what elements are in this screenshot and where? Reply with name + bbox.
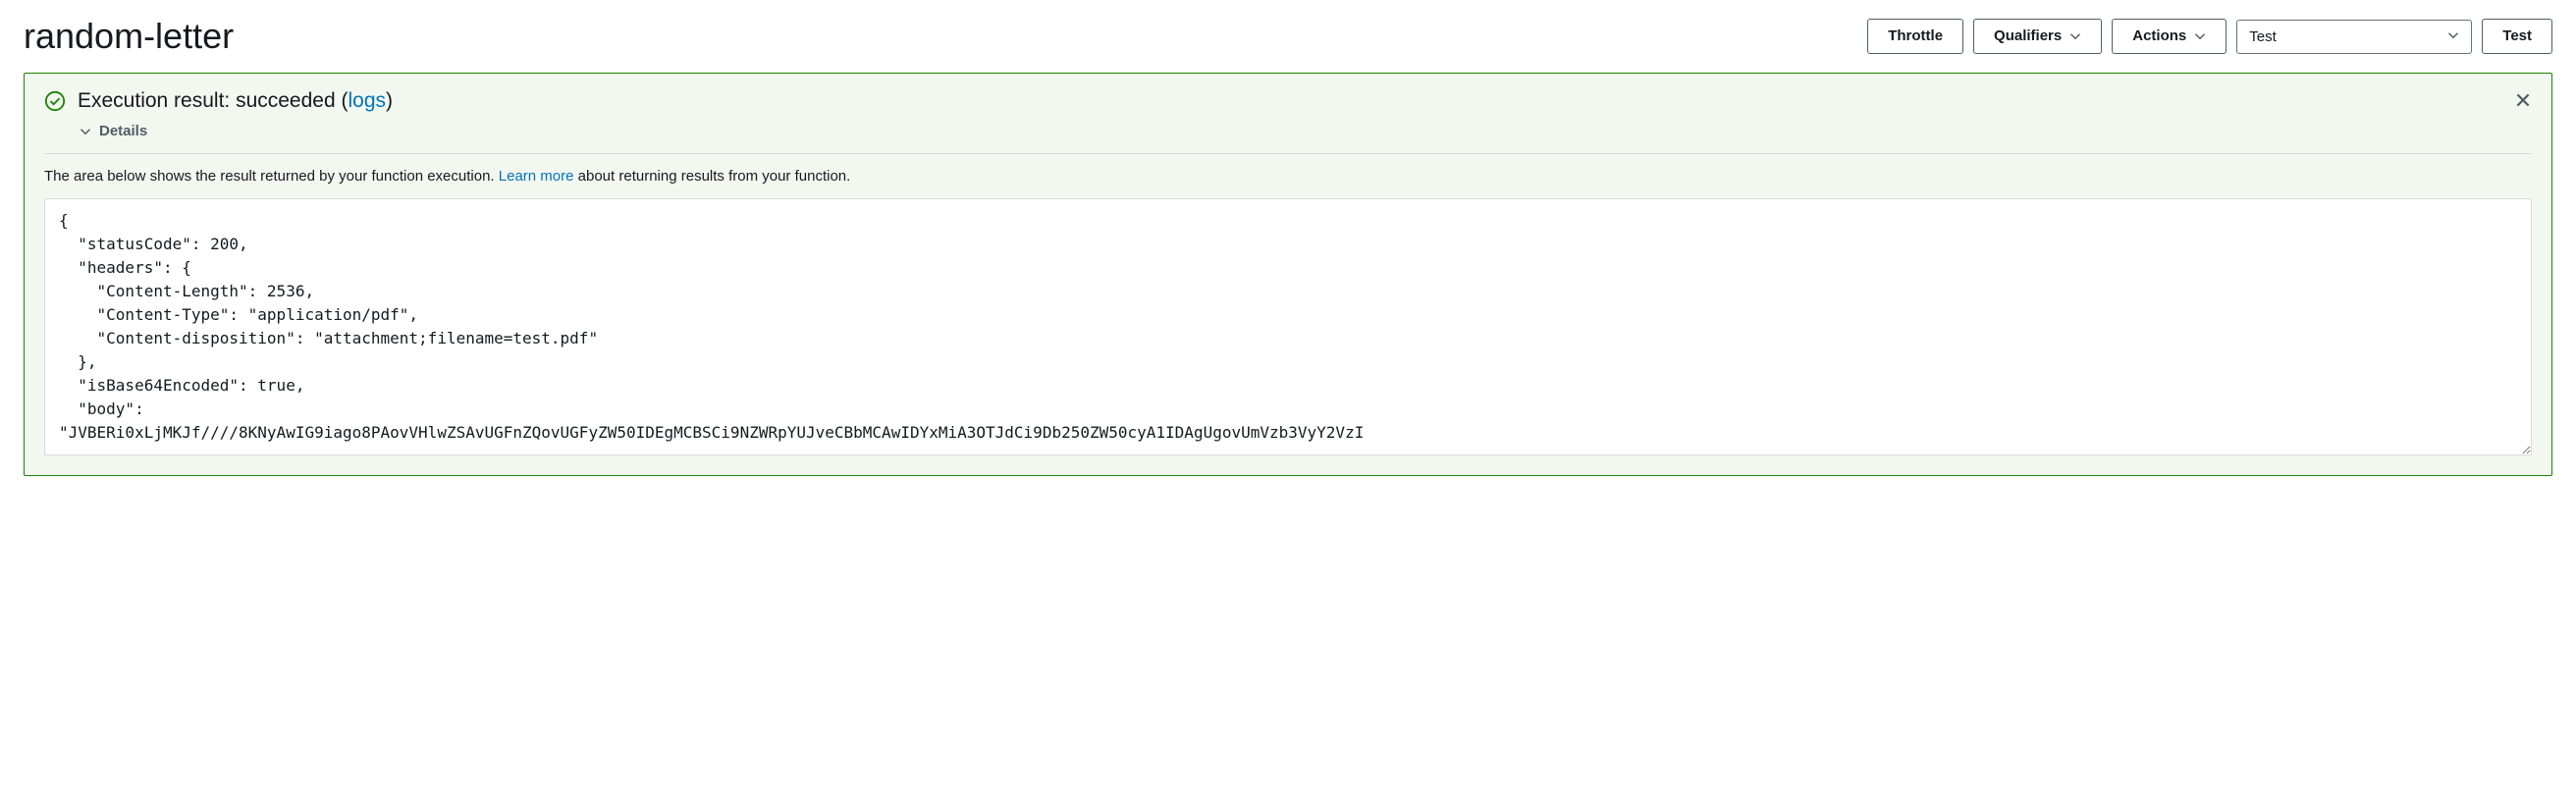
qualifiers-label: Qualifiers (1994, 27, 2062, 45)
description-after: about returning results from your functi… (573, 168, 850, 185)
close-icon (2514, 91, 2532, 112)
throttle-button[interactable]: Throttle (1867, 19, 1963, 54)
result-description: The area below shows the result returned… (44, 168, 2532, 185)
details-toggle[interactable]: Details (80, 123, 147, 139)
close-button[interactable] (2510, 87, 2536, 116)
logs-link[interactable]: logs (348, 89, 386, 112)
result-header: Execution result: succeeded (logs) (44, 89, 2532, 113)
result-title-suffix: ) (386, 89, 393, 112)
actions-button[interactable]: Actions (2112, 19, 2227, 54)
function-title: random-letter (24, 16, 234, 57)
test-button-label: Test (2502, 27, 2532, 45)
actions-label: Actions (2132, 27, 2186, 45)
learn-more-link[interactable]: Learn more (499, 168, 574, 185)
test-button[interactable]: Test (2482, 19, 2552, 54)
header-row: random-letter Throttle Qualifiers Action… (24, 16, 2552, 57)
test-event-select[interactable]: Test (2236, 20, 2472, 54)
throttle-label: Throttle (1888, 27, 1943, 45)
divider (44, 153, 2532, 154)
chevron-down-icon (2194, 30, 2206, 42)
qualifiers-button[interactable]: Qualifiers (1973, 19, 2102, 54)
chevron-down-icon (2447, 28, 2459, 45)
chevron-down-icon (2069, 30, 2081, 42)
test-event-selected: Test (2249, 28, 2277, 45)
header-actions: Throttle Qualifiers Actions Test Test (1867, 19, 2552, 54)
execution-result-panel: Execution result: succeeded (logs) Detai… (24, 73, 2552, 476)
result-title-prefix: Execution result: succeeded ( (78, 89, 348, 112)
chevron-down-icon (80, 126, 91, 137)
result-title: Execution result: succeeded (logs) (78, 89, 393, 113)
success-icon (44, 90, 66, 112)
description-before: The area below shows the result returned… (44, 168, 499, 185)
details-label: Details (99, 123, 147, 139)
result-code-output[interactable]: { "statusCode": 200, "headers": { "Conte… (44, 198, 2532, 455)
